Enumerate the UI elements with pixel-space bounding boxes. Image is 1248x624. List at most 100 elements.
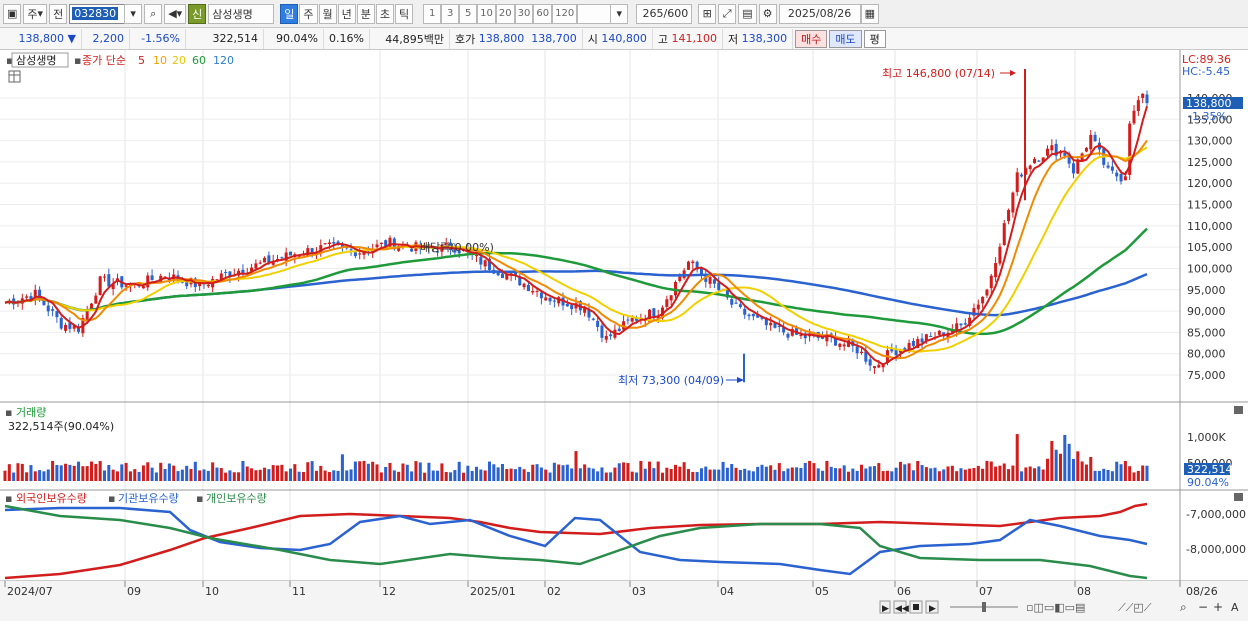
market-select[interactable]: 주 ▾ (23, 3, 48, 24)
volume-bar (185, 465, 189, 481)
legend-bullet-icon: ▪ (108, 492, 115, 505)
settings-gear-icon[interactable]: ⚙ (758, 3, 777, 24)
volume-bar (972, 468, 976, 481)
volume-bar (924, 467, 928, 481)
average-button[interactable]: 평 (863, 29, 886, 48)
bottom-controls: ▶ ◀◀ ▶ ▫◫▭◧▭▤ ⟋⟋◰⟋ ⌕ − + A (879, 600, 1239, 614)
volume-bar (1123, 460, 1127, 481)
candle-body (955, 323, 959, 331)
close-panel-icon[interactable] (1234, 493, 1243, 501)
volume-bar (388, 462, 392, 481)
interval-label: 1 (428, 8, 436, 19)
sin-badge[interactable]: 신 (188, 3, 207, 24)
interval-label: 120 (555, 8, 575, 19)
code-input[interactable]: 032830 (69, 3, 126, 24)
view-mode-icons[interactable]: ▫◫▭◧▭▤ (1026, 601, 1085, 614)
volume-bar (898, 461, 902, 481)
volume-bar (115, 471, 119, 481)
sell-button[interactable]: 매도 (829, 29, 862, 48)
volume-bar (596, 471, 600, 481)
candle-body (1123, 176, 1127, 181)
volume-bar (565, 464, 569, 481)
volume-bar (94, 463, 98, 481)
candle-body (669, 295, 673, 301)
candle-body (717, 282, 721, 291)
volume-ratio: 90.04% (264, 28, 324, 49)
volume-bar (1007, 469, 1011, 481)
volume-tick: 1,000K (1187, 431, 1226, 444)
zoom-search-icon[interactable]: ⌕ (1180, 600, 1187, 614)
zoom-in-icon[interactable]: + (1213, 600, 1223, 614)
interval-1[interactable]: 1 (423, 3, 442, 24)
volume-bar (825, 460, 829, 481)
interval-30[interactable]: 30 (514, 3, 534, 24)
search-icon[interactable]: ⌕ (144, 3, 163, 24)
split-chart-icon[interactable]: ⊞ (698, 3, 717, 24)
interval-60[interactable]: 60 (533, 3, 553, 24)
candle-body (548, 297, 552, 302)
volume-bar (760, 464, 764, 481)
font-size-icon[interactable]: A (1231, 601, 1239, 614)
interval-3[interactable]: 3 (441, 3, 460, 24)
close-panel-icon[interactable] (1234, 406, 1243, 414)
speaker-icon[interactable]: ◀▾ (164, 3, 187, 24)
period-week[interactable]: 주 (299, 3, 318, 24)
volume-bar (764, 466, 768, 481)
candle-body (544, 297, 548, 301)
volume-bar (418, 462, 422, 481)
volume-bar (734, 467, 738, 481)
candle-body (937, 330, 941, 335)
panel-toggle-icon[interactable]: ▪ (5, 492, 12, 505)
volume-bar (29, 465, 33, 481)
change-amount: 2,200 (92, 32, 125, 45)
prev-button[interactable]: 전 (49, 3, 68, 24)
price-tick: 75,000 (1187, 369, 1226, 382)
volume-bar (622, 462, 626, 481)
draw-tool-icon[interactable]: ⤢ (718, 3, 737, 24)
volume-value: 322,514 (186, 28, 264, 49)
interval-20[interactable]: 20 (495, 3, 515, 24)
candle-body (500, 273, 504, 279)
draw-line-icons[interactable]: ⟋⟋◰⟋ (1118, 601, 1152, 614)
period-day[interactable]: 일 (280, 3, 299, 24)
save-icon[interactable]: ▤ (738, 3, 757, 24)
period-year[interactable]: 년 (337, 3, 356, 24)
volume-bar (462, 472, 466, 481)
volume-bar (306, 462, 310, 481)
volume-bar (864, 468, 868, 481)
volume-bar (968, 468, 972, 481)
last-volume-pct: 90.04% (1187, 476, 1229, 489)
candle-body (254, 263, 258, 269)
range-input[interactable]: 265/600 (636, 3, 693, 24)
volume-bar (483, 470, 487, 481)
calendar-icon[interactable]: ▦ (860, 3, 880, 24)
stock-name-field[interactable]: 삼성생명 (208, 3, 275, 24)
panel-toggle-icon[interactable]: ▪ (5, 406, 12, 419)
candle-body (349, 249, 353, 251)
period-second[interactable]: 초 (375, 3, 395, 24)
interval-dropdown-icon[interactable]: ▾ (610, 3, 629, 24)
chart-svg[interactable]: ▪ 삼성생명 ▪ 종가 단순 5 10 20 60 120 LC:89.36 H… (0, 50, 1248, 621)
period-tick[interactable]: 틱 (395, 3, 414, 24)
buy-button[interactable]: 매수 (795, 29, 828, 48)
period-minute[interactable]: 분 (356, 3, 375, 24)
scroll-slider-thumb[interactable] (982, 602, 986, 612)
date-input[interactable]: 2025/08/26 (778, 3, 861, 24)
candle-body (600, 325, 604, 338)
volume-bar (777, 463, 781, 481)
volume-bar (1037, 466, 1041, 481)
x-tick-label: 05 (815, 585, 829, 598)
interval-custom-input[interactable] (577, 3, 612, 24)
candle-body (323, 243, 327, 245)
zoom-out-icon[interactable]: − (1198, 600, 1208, 614)
ma-label: 종가 단순 (82, 54, 126, 67)
interval-5[interactable]: 5 (459, 3, 478, 24)
interval-120[interactable]: 120 (552, 3, 578, 24)
code-dropdown-icon[interactable]: ▾ (124, 3, 143, 24)
candle-body (959, 323, 963, 326)
period-month[interactable]: 월 (318, 3, 337, 24)
window-icon[interactable]: ▣ (3, 3, 22, 24)
interval-10[interactable]: 10 (477, 3, 496, 24)
candle-body (258, 262, 262, 264)
candle-body (1007, 209, 1011, 222)
